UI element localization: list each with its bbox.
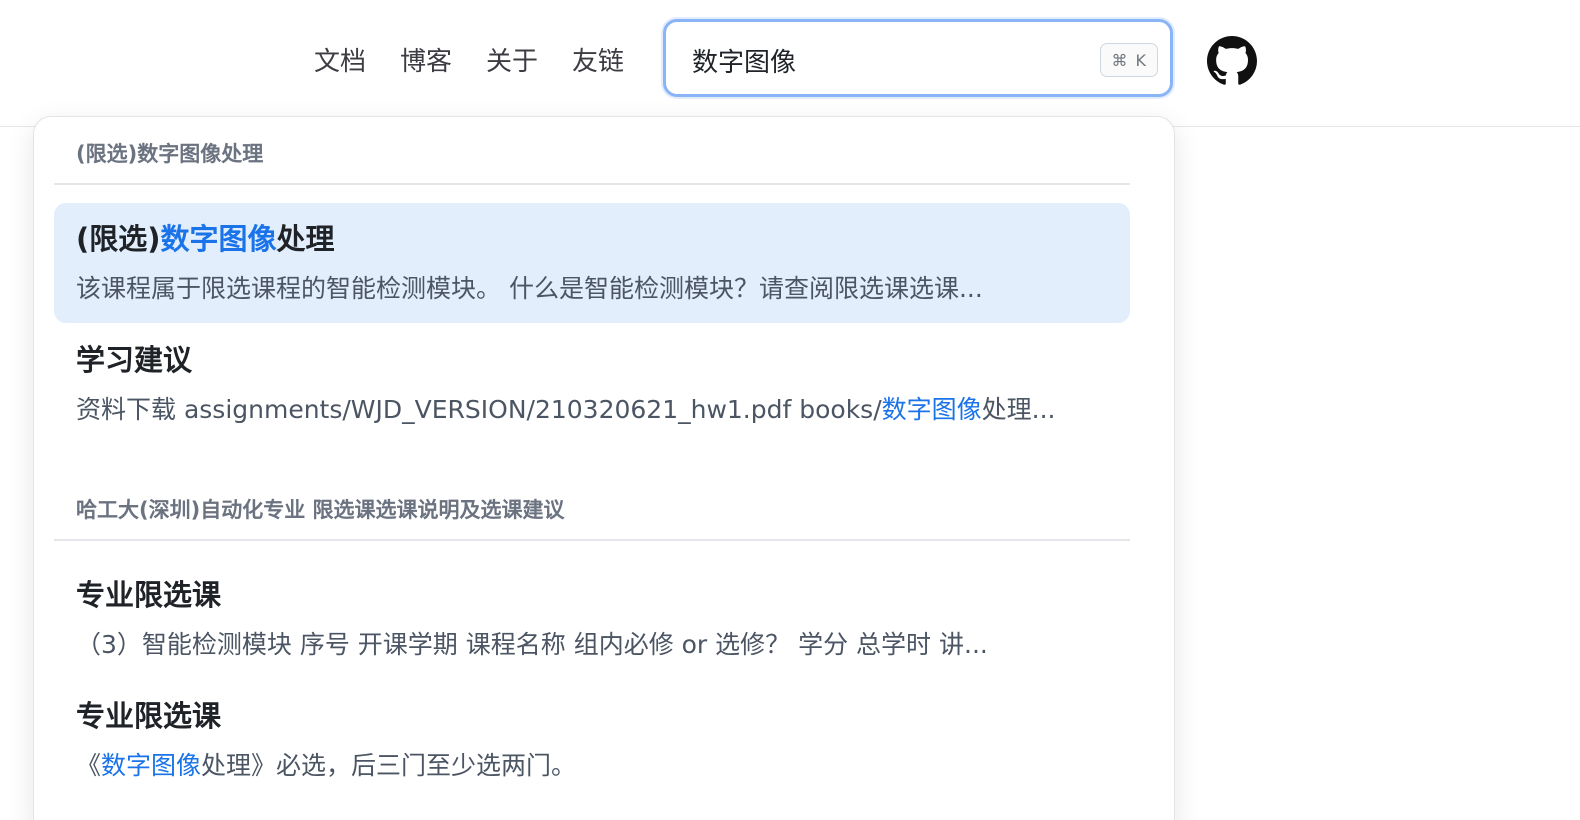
- nav-link-docs[interactable]: 文档: [314, 42, 366, 82]
- result-snippet-suffix: 处理...: [981, 395, 1056, 424]
- result-snippet: （3）智能检测模块 序号 开课学期 课程名称 组内必修 or 选修？ 学分 总学…: [76, 630, 988, 659]
- nav-link-friends[interactable]: 友链: [572, 42, 624, 82]
- github-icon[interactable]: [1207, 36, 1257, 86]
- result-snippet-highlight: 数字图像: [101, 751, 202, 780]
- result-group-title: 哈工大(深圳)自动化专业 限选课选课说明及选课建议: [76, 498, 565, 522]
- result-title: 学习建议: [76, 343, 193, 377]
- result-title: 专业限选课: [76, 578, 222, 612]
- nav-links: 文档 博客 关于 友链: [314, 42, 624, 82]
- search-result-item[interactable]: 专业限选课 《数字图像处理》必选，后三门至少选两门。: [54, 680, 1130, 800]
- result-title: 专业限选课: [76, 699, 222, 733]
- top-navbar: 文档 博客 关于 友链 ⌘K: [0, 0, 1580, 127]
- search-result-item[interactable]: (限选)数字图像处理 该课程属于限选课程的智能检测模块。 什么是智能检测模块？请…: [54, 203, 1130, 323]
- result-snippet-prefix: 资料下载 assignments/WJD_VERSION/210320621_h…: [76, 395, 882, 424]
- result-snippet: 资料下载 assignments/WJD_VERSION/210320621_h…: [76, 392, 1116, 428]
- search-box[interactable]: ⌘K: [663, 19, 1173, 97]
- result-title: (限选)数字图像处理: [76, 219, 335, 259]
- search-result-item[interactable]: 专业限选课 （3）智能检测模块 序号 开课学期 课程名称 组内必修 or 选修？…: [54, 559, 1130, 679]
- search-results-dropdown: (限选)数字图像处理 (限选)数字图像处理 该课程属于限选课程的智能检测模块。 …: [33, 116, 1175, 820]
- result-group-header: 哈工大(深圳)自动化专业 限选课选课说明及选课建议: [54, 473, 1130, 541]
- result-group-title: (限选)数字图像处理: [76, 142, 264, 166]
- command-key-icon: ⌘: [1111, 51, 1128, 70]
- result-snippet-suffix: 处理》必选，后三门至少选两门。: [201, 751, 577, 780]
- shortcut-key-label: K: [1135, 51, 1147, 70]
- github-logo-svg: [1207, 36, 1257, 85]
- search-input[interactable]: [692, 40, 1072, 80]
- nav-link-about[interactable]: 关于: [486, 42, 538, 82]
- result-snippet-prefix: 《: [76, 751, 102, 780]
- result-snippet: 《数字图像处理》必选，后三门至少选两门。: [76, 748, 1116, 784]
- result-title-suffix: 处理: [276, 222, 335, 256]
- search-result-item[interactable]: 学习建议 资料下载 assignments/WJD_VERSION/210320…: [54, 324, 1130, 444]
- result-group-header: (限选)数字图像处理: [54, 117, 1130, 185]
- result-title-prefix: (限选): [76, 222, 161, 256]
- result-snippet-highlight: 数字图像: [881, 395, 982, 424]
- search-shortcut-hint: ⌘ K: [1099, 43, 1158, 77]
- page: 文档 博客 关于 友链 ⌘K (限选)数字图像处理 (限选)数字图像处理 该课程…: [0, 0, 1580, 820]
- nav-link-blog[interactable]: 博客: [400, 42, 452, 82]
- result-snippet: 该课程属于限选课程的智能检测模块。 什么是智能检测模块？请查阅限选课选课...: [76, 274, 983, 303]
- result-title-highlight: 数字图像: [160, 222, 277, 256]
